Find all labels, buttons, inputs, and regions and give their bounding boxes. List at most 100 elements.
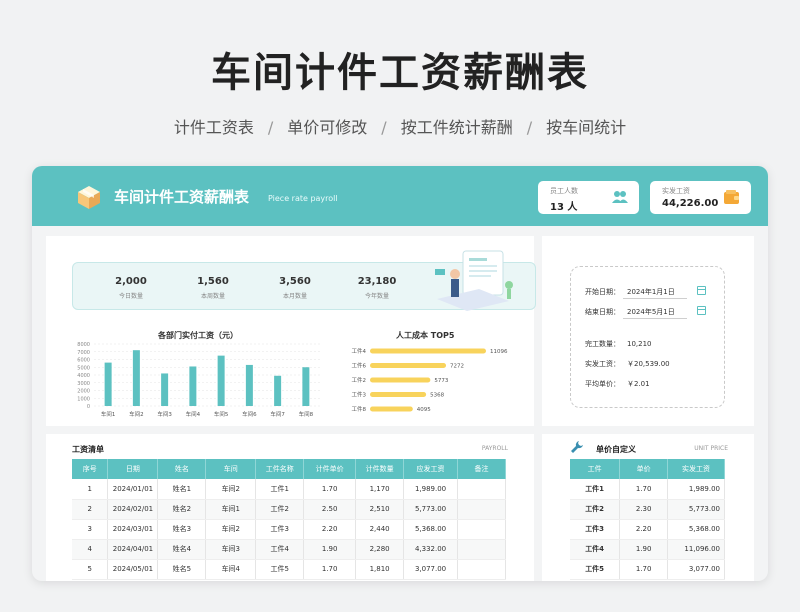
cell-name[interactable]: 姓名4 <box>157 539 207 560</box>
kpi-month: 3,560 本月数量 <box>255 276 335 300</box>
cell-quantity[interactable]: 1,810 <box>355 559 405 580</box>
cell-wage[interactable]: 5,773.00 <box>403 499 459 520</box>
column-header[interactable]: 序号 <box>72 459 109 479</box>
bar <box>274 375 282 406</box>
cell-workshop[interactable]: 车间4 <box>205 559 257 580</box>
cell-part[interactable]: 工件3 <box>570 519 621 540</box>
cell-part[interactable]: 工件3 <box>255 519 305 540</box>
cell-date[interactable]: 2024/04/01 <box>107 539 159 560</box>
y-tick-label: 2000 <box>77 389 90 395</box>
total-wage-label: 实发工资 <box>662 187 690 195</box>
cell-workshop[interactable]: 车间1 <box>205 499 257 520</box>
cell-quantity[interactable]: 2,280 <box>355 539 405 560</box>
cell-note[interactable] <box>457 519 506 540</box>
cell-note[interactable] <box>457 559 506 580</box>
end-date-value[interactable]: 2024年5月1日 <box>623 307 687 319</box>
cell-unit-price[interactable]: 1.90 <box>619 539 669 560</box>
calendar-icon[interactable] <box>697 306 706 315</box>
x-tick-label: 车间3 <box>157 410 172 418</box>
cell-part[interactable]: 工件1 <box>570 479 621 500</box>
cell-unit-price[interactable]: 2.50 <box>303 499 357 520</box>
bar <box>132 350 140 406</box>
people-icon <box>612 191 628 203</box>
cell-part[interactable]: 工件5 <box>255 559 305 580</box>
cell-workshop[interactable]: 车间2 <box>205 479 257 500</box>
cell-wage[interactable]: 5,368.00 <box>667 519 725 540</box>
table-header-row: 工件 单价 实发工资 <box>570 459 725 479</box>
cell-unit-price[interactable]: 1.90 <box>303 539 357 560</box>
cell-workshop[interactable]: 车间3 <box>205 539 257 560</box>
cell-unit-price[interactable]: 2.20 <box>303 519 357 540</box>
kpi-value: 23,180 <box>357 276 397 287</box>
column-header[interactable]: 车间 <box>205 459 257 479</box>
column-header[interactable]: 应发工资 <box>403 459 459 479</box>
cell-unit-price[interactable]: 2.20 <box>619 519 669 540</box>
cell-wage[interactable]: 3,077.00 <box>403 559 459 580</box>
cell-unit-price[interactable]: 1.70 <box>303 479 357 500</box>
y-tick-label: 8000 <box>77 342 90 348</box>
column-header[interactable]: 实发工资 <box>667 459 725 479</box>
cell-name[interactable]: 姓名5 <box>157 559 207 580</box>
cell-note[interactable] <box>457 479 506 500</box>
cell-note[interactable] <box>457 499 506 520</box>
cell-name[interactable]: 姓名3 <box>157 519 207 540</box>
x-tick-label: 车间6 <box>242 410 257 418</box>
column-header[interactable]: 姓名 <box>157 459 207 479</box>
bar <box>370 406 413 412</box>
cell-name[interactable]: 姓名1 <box>157 479 207 500</box>
cell-wage[interactable]: 1,989.00 <box>667 479 725 500</box>
cell-index[interactable]: 2 <box>72 499 109 520</box>
cell-part[interactable]: 工件4 <box>255 539 305 560</box>
cell-workshop[interactable]: 车间2 <box>205 519 257 540</box>
bar <box>104 362 112 406</box>
end-date-label: 结束日期： <box>585 308 620 316</box>
calendar-icon[interactable] <box>697 286 706 295</box>
cell-wage[interactable]: 5,368.00 <box>403 519 459 540</box>
cell-date[interactable]: 2024/02/01 <box>107 499 159 520</box>
cell-wage[interactable]: 5,773.00 <box>667 499 725 520</box>
cell-wage[interactable]: 1,989.00 <box>403 479 459 500</box>
cell-part[interactable]: 工件5 <box>570 559 621 580</box>
cell-note[interactable] <box>457 539 506 560</box>
feature-label: 单价可修改 <box>287 118 368 137</box>
cell-quantity[interactable]: 2,440 <box>355 519 405 540</box>
cell-quantity[interactable]: 1,170 <box>355 479 405 500</box>
cell-quantity[interactable]: 2,510 <box>355 499 405 520</box>
cell-index[interactable]: 1 <box>72 479 109 500</box>
start-date-row: 开始日期： 2024年1月1日 <box>585 287 687 299</box>
y-tick-label: 5000 <box>77 365 90 371</box>
cell-part[interactable]: 工件1 <box>255 479 305 500</box>
column-header[interactable]: 计件单价 <box>303 459 357 479</box>
cell-index[interactable]: 3 <box>72 519 109 540</box>
cell-date[interactable]: 2024/03/01 <box>107 519 159 540</box>
cell-index[interactable]: 5 <box>72 559 109 580</box>
cell-name[interactable]: 姓名2 <box>157 499 207 520</box>
cell-part[interactable]: 工件4 <box>570 539 621 560</box>
cell-unit-price[interactable]: 1.70 <box>619 559 669 580</box>
cell-wage[interactable]: 11,096.00 <box>667 539 725 560</box>
cell-date[interactable]: 2024/01/01 <box>107 479 159 500</box>
column-header[interactable]: 工件名称 <box>255 459 305 479</box>
cell-part[interactable]: 工件2 <box>570 499 621 520</box>
summary-panel: 开始日期： 2024年1月1日 结束日期： 2024年5月1日 完工数量： 10,21… <box>542 236 754 426</box>
total-wage-card: 实发工资 44,226.00 <box>650 181 751 214</box>
cell-wage[interactable]: 3,077.00 <box>667 559 725 580</box>
cell-unit-price[interactable]: 1.70 <box>303 559 357 580</box>
kpi-label: 本周数量 <box>200 293 225 300</box>
column-header[interactable]: 备注 <box>457 459 506 479</box>
cell-index[interactable]: 4 <box>72 539 109 560</box>
column-header[interactable]: 单价 <box>619 459 669 479</box>
cell-unit-price[interactable]: 2.30 <box>619 499 669 520</box>
column-header[interactable]: 计件数量 <box>355 459 405 479</box>
cell-wage[interactable]: 4,332.00 <box>403 539 459 560</box>
column-header[interactable]: 工件 <box>570 459 621 479</box>
table-row: 2 2024/02/01 姓名2 车间1 工件2 2.50 2,510 5,773.00 <box>72 499 506 520</box>
column-header[interactable]: 日期 <box>107 459 159 479</box>
cell-date[interactable]: 2024/05/01 <box>107 559 159 580</box>
start-date-value[interactable]: 2024年1月1日 <box>623 287 687 299</box>
cell-unit-price[interactable]: 1.70 <box>619 479 669 500</box>
paid-value: ￥20,539.00 <box>627 360 670 368</box>
table-row: 工件4 1.90 11,096.00 <box>570 539 725 560</box>
bar <box>370 348 486 354</box>
cell-part[interactable]: 工件2 <box>255 499 305 520</box>
